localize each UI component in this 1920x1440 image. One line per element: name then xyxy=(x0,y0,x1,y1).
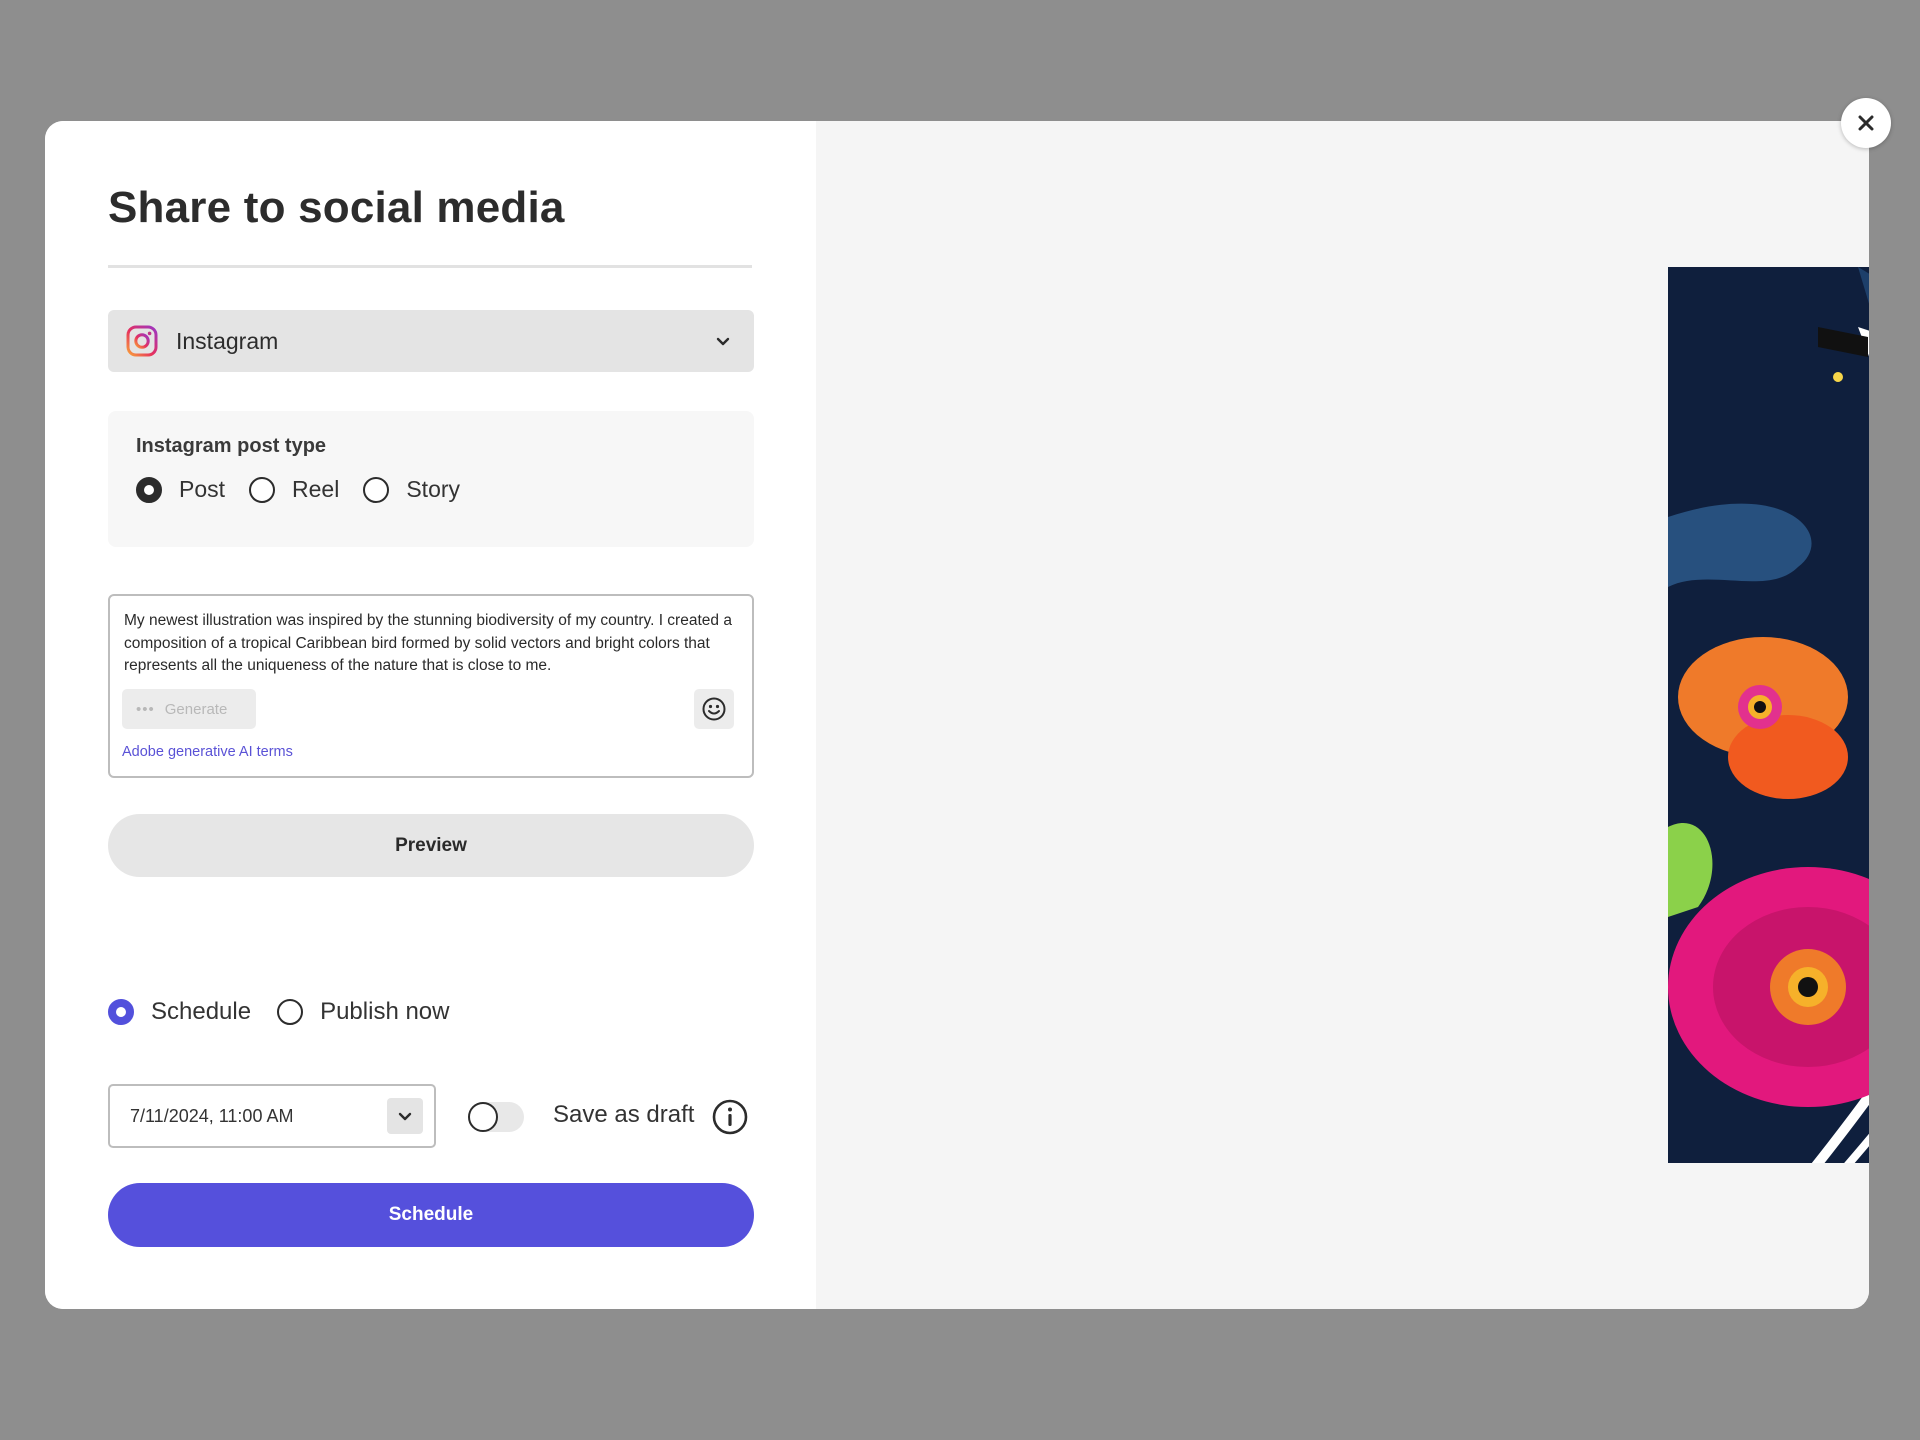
platform-dropdown[interactable]: Instagram xyxy=(108,310,754,372)
datetime-dropdown-button[interactable] xyxy=(387,1098,423,1134)
smiley-icon xyxy=(702,697,726,721)
post-type-radio-row: Post Reel Story xyxy=(136,476,726,503)
radio-story[interactable] xyxy=(363,476,390,503)
emoji-button[interactable] xyxy=(694,689,734,729)
datetime-picker[interactable]: 7/11/2024, 11:00 AM xyxy=(108,1084,436,1148)
radio-reel[interactable] xyxy=(249,476,276,503)
close-button[interactable] xyxy=(1841,98,1891,148)
close-icon xyxy=(1858,115,1874,131)
instagram-icon xyxy=(126,325,158,357)
radio-publish-now[interactable] xyxy=(277,999,304,1025)
radio-story-label: Story xyxy=(406,476,461,502)
share-dialog: Share to social media Instagram Instagra… xyxy=(45,121,1869,1309)
radio-publish-now-label: Publish now xyxy=(320,998,450,1025)
caption-textarea[interactable]: My newest illustration was inspired by t… xyxy=(108,594,754,778)
preview-panel xyxy=(816,121,1869,1309)
toggle-knob xyxy=(468,1102,498,1132)
info-icon[interactable] xyxy=(711,1098,749,1136)
publish-mode-schedule[interactable]: Schedule xyxy=(108,998,251,1026)
generate-button[interactable]: ••• Generate xyxy=(122,689,256,729)
caption-text[interactable]: My newest illustration was inspired by t… xyxy=(124,610,734,678)
share-form-panel: Share to social media Instagram Instagra… xyxy=(45,121,816,1309)
chevron-down-icon xyxy=(398,1112,412,1121)
chevron-down-icon xyxy=(716,337,730,346)
schedule-button[interactable]: Schedule xyxy=(108,1183,754,1247)
publish-mode-now[interactable]: Publish now xyxy=(277,998,450,1026)
platform-selected-label: Instagram xyxy=(176,327,279,354)
ai-terms-link[interactable]: Adobe generative AI terms xyxy=(122,744,293,760)
loading-dots-icon: ••• xyxy=(136,700,155,718)
title-divider xyxy=(108,265,752,268)
datetime-value[interactable]: 7/11/2024, 11:00 AM xyxy=(130,1106,387,1127)
radio-post-label: Post xyxy=(179,476,226,502)
preview-button[interactable]: Preview xyxy=(108,814,754,877)
post-type-post[interactable]: Post xyxy=(136,476,225,503)
radio-post[interactable] xyxy=(136,476,162,503)
dialog-title: Share to social media xyxy=(108,183,565,232)
publish-mode-group: Schedule Publish now xyxy=(108,998,476,1026)
radio-schedule-label: Schedule xyxy=(151,998,252,1025)
post-type-reel[interactable]: Reel xyxy=(249,476,339,503)
save-as-draft-label: Save as draft xyxy=(553,1101,695,1128)
post-type-title: Instagram post type xyxy=(136,435,327,457)
generate-label: Generate xyxy=(164,700,228,718)
radio-reel-label: Reel xyxy=(292,476,340,502)
radio-schedule[interactable] xyxy=(108,999,134,1025)
artwork-image xyxy=(1668,267,1869,1163)
post-type-story[interactable]: Story xyxy=(363,476,460,503)
post-type-group: Instagram post type Post Reel Story xyxy=(108,411,754,547)
save-as-draft-toggle[interactable] xyxy=(468,1102,524,1132)
